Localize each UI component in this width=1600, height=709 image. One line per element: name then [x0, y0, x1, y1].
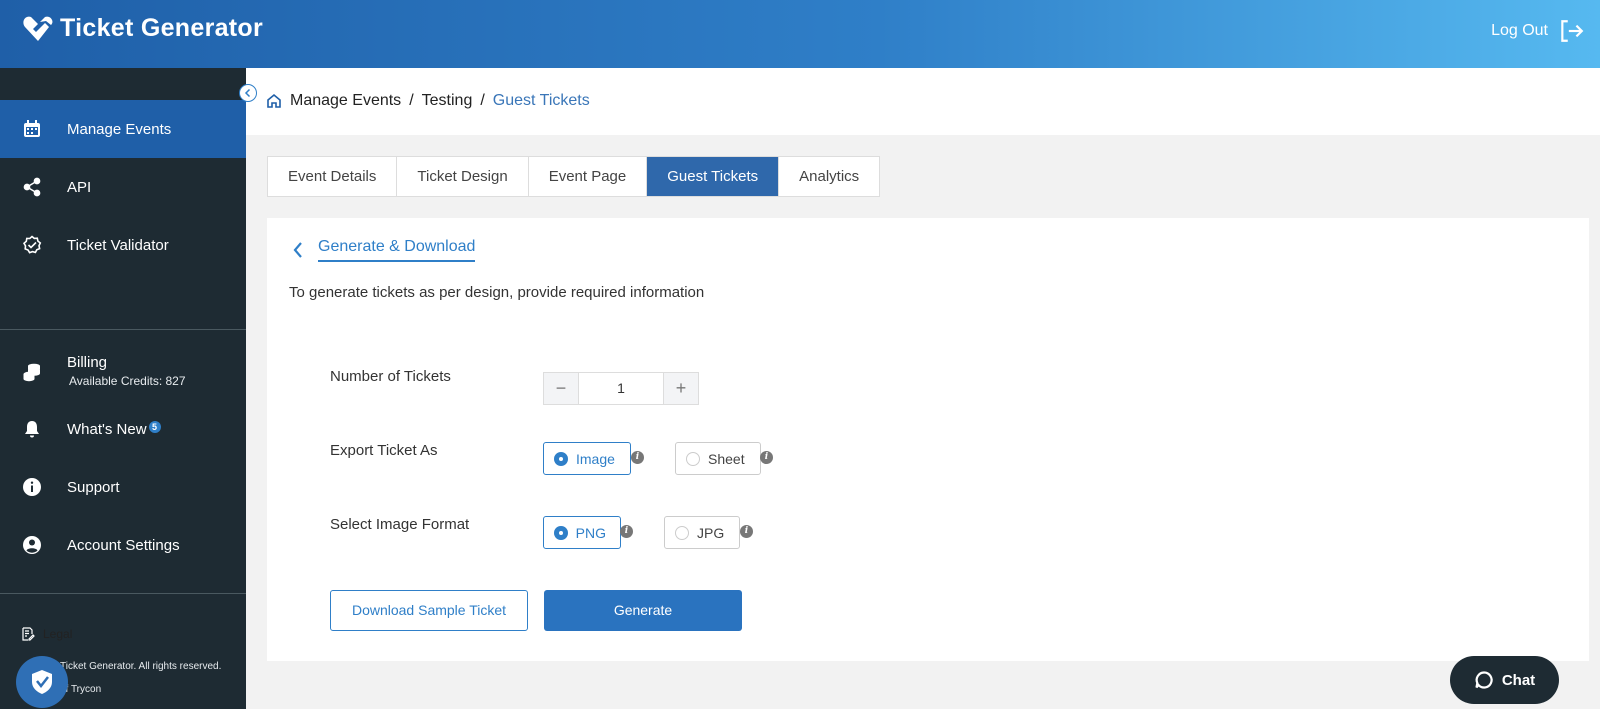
sidebar-item-label: What's New	[67, 420, 147, 438]
sidebar-collapse-button[interactable]	[239, 84, 257, 102]
sidebar-item-support[interactable]: Support	[0, 458, 246, 516]
calendar-icon	[21, 118, 43, 140]
generate-card: Generate & Download To generate tickets …	[267, 218, 1589, 661]
event-tabs: Event Details Ticket Design Event Page G…	[267, 156, 881, 197]
breadcrumb-bar: Manage Events / Testing / Guest Tickets	[246, 68, 1600, 135]
coins-icon	[21, 361, 43, 383]
increment-button[interactable]: +	[664, 373, 698, 404]
info-icon	[21, 476, 43, 498]
document-edit-icon	[22, 627, 35, 641]
option-label: Image	[576, 450, 615, 467]
decrement-button[interactable]: −	[544, 373, 578, 404]
sidebar-divider	[0, 593, 246, 594]
info-icon[interactable]: i	[631, 451, 644, 464]
available-credits: Available Credits: 827	[69, 374, 186, 388]
logout-label: Log Out	[1491, 22, 1548, 39]
tab-analytics[interactable]: Analytics	[779, 157, 879, 196]
app-header: Ticket Generator Log Out	[0, 0, 1600, 68]
info-icon[interactable]: i	[760, 451, 773, 464]
format-label: Select Image Format	[330, 516, 470, 533]
chat-bubble-icon	[1475, 671, 1493, 689]
tickets-label: Number of Tickets	[330, 368, 451, 385]
breadcrumb-current: Guest Tickets	[492, 92, 590, 109]
radio-dot	[675, 525, 689, 540]
bell-icon	[21, 418, 43, 440]
sidebar: Manage Events API Ticket Validator Billi…	[0, 68, 246, 709]
card-description: To generate tickets as per design, provi…	[289, 284, 705, 301]
breadcrumb: Manage Events / Testing / Guest Tickets	[266, 92, 590, 110]
breadcrumb-testing[interactable]: Testing	[422, 92, 473, 110]
home-icon[interactable]	[266, 93, 282, 109]
app-logo[interactable]: Ticket Generator	[22, 12, 263, 44]
format-png-option[interactable]: PNG	[543, 516, 621, 549]
tab-guest-tickets[interactable]: Guest Tickets	[647, 157, 780, 196]
breadcrumb-manage-events[interactable]: Manage Events	[290, 92, 401, 110]
sidebar-item-api[interactable]: API	[0, 158, 246, 216]
breadcrumb-separator: /	[480, 92, 485, 109]
tickets-value[interactable]: 1	[578, 373, 664, 404]
breadcrumb-separator: /	[409, 92, 414, 109]
tab-ticket-design[interactable]: Ticket Design	[397, 157, 529, 196]
option-label: JPG	[697, 524, 725, 541]
logout-button[interactable]: Log Out	[1491, 18, 1584, 44]
tickets-stepper: − 1 +	[543, 372, 699, 405]
option-label: PNG	[575, 524, 606, 541]
back-chevron-icon[interactable]	[291, 240, 305, 260]
sidebar-item-whats-new[interactable]: What's New 5	[0, 400, 246, 458]
new-count-badge: 5	[148, 420, 161, 433]
export-sheet-option[interactable]: Sheet	[675, 442, 761, 475]
chat-label: Chat	[1501, 671, 1536, 689]
sidebar-item-billing[interactable]: Billing	[0, 342, 246, 400]
logout-icon	[1561, 20, 1584, 42]
app-title: Ticket Generator	[60, 13, 264, 42]
user-circle-icon	[21, 534, 43, 556]
sidebar-item-manage-events[interactable]: Manage Events	[0, 100, 246, 158]
radio-dot	[554, 451, 568, 466]
export-label: Export Ticket As	[330, 442, 438, 459]
share-icon	[21, 176, 43, 198]
download-sample-button[interactable]: Download Sample Ticket	[330, 590, 528, 631]
export-image-option[interactable]: Image	[543, 442, 631, 475]
whats-new-wrap: What's New 5	[67, 420, 161, 438]
radio-dot	[686, 451, 700, 466]
radio-dot	[554, 525, 568, 540]
verified-badge-icon	[21, 234, 43, 256]
info-icon[interactable]: i	[620, 525, 633, 538]
chat-button[interactable]: Chat	[1450, 656, 1559, 704]
sidebar-item-ticket-validator[interactable]: Ticket Validator	[0, 216, 246, 274]
legal-link[interactable]: Legal	[21, 627, 72, 641]
sidebar-item-label: API	[67, 178, 92, 196]
sidebar-item-label: Support	[67, 478, 120, 496]
generate-button[interactable]: Generate	[544, 590, 742, 631]
tab-event-page[interactable]: Event Page	[529, 157, 648, 196]
logo-heart-icon	[23, 16, 53, 41]
legal-label: Legal	[43, 627, 73, 641]
sidebar-item-label: Account Settings	[67, 536, 180, 554]
sidebar-divider	[0, 329, 246, 330]
copyright-text: Ticket Generator. All rights reserved. o…	[60, 655, 221, 701]
card-title[interactable]: Generate & Download	[318, 238, 476, 262]
option-label: Sheet	[708, 450, 745, 467]
sidebar-item-label: Ticket Validator	[67, 236, 169, 254]
sidebar-item-account-settings[interactable]: Account Settings	[0, 516, 246, 574]
trycon-badge[interactable]	[16, 656, 68, 708]
copyright-line-1: Ticket Generator. All rights reserved.	[60, 661, 222, 672]
shield-check-icon	[32, 670, 52, 694]
tab-event-details[interactable]: Event Details	[268, 157, 398, 196]
sidebar-item-label: Billing	[67, 354, 108, 371]
copyright-line-2: of Trycon	[60, 684, 102, 695]
sidebar-item-label: Manage Events	[67, 120, 172, 138]
format-jpg-option[interactable]: JPG	[664, 516, 740, 549]
chevron-left-icon	[244, 88, 251, 98]
info-icon[interactable]: i	[740, 525, 753, 538]
